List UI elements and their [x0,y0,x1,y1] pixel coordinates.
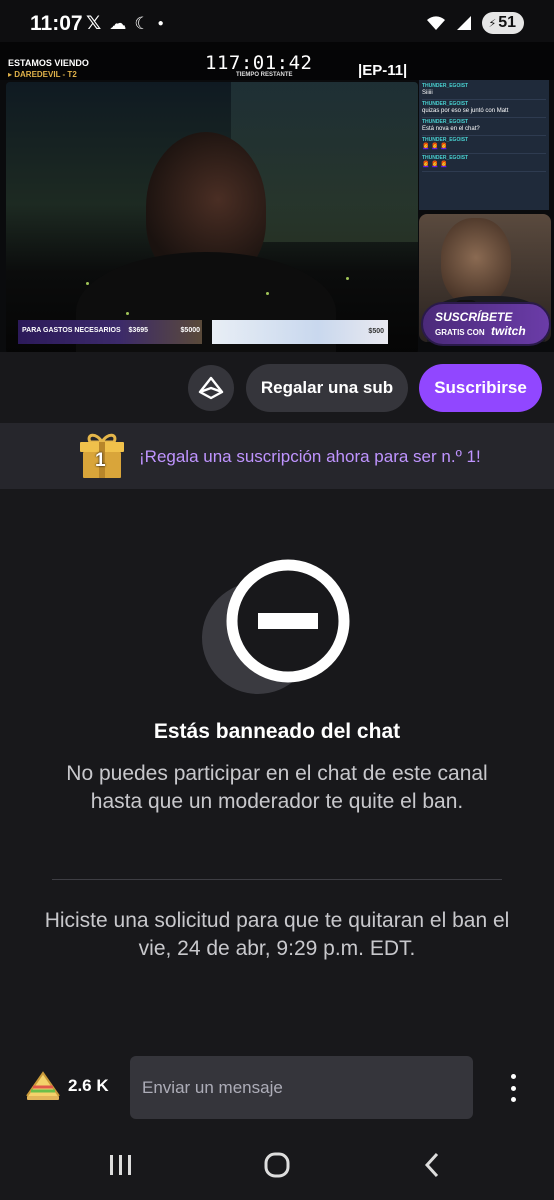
badge-line: GRATIS CON [435,328,485,337]
divider [52,879,502,880]
battery-level: 51 [498,14,516,31]
ban-title: Estás banneado del chat [153,720,401,743]
twitch-logo: twitch [491,324,526,338]
webcam-head [441,218,511,306]
timer-label: TIEMPO RESTANTE [236,72,293,78]
ban-icon [202,559,350,694]
overlay-chat-line: THUNDER_EGOIST Está nova en el chat? [422,118,546,136]
watching-show: ▸ DAREDEVIL - T2 [8,70,77,79]
notification-icons: 𝕏 ☁ ☾ ● [86,12,164,35]
watching-title: ESTAMOS VIENDO [8,58,89,68]
video-scene [6,82,418,352]
gift-promo-text: ¡Regala una suscripción ahora para ser n… [139,447,481,466]
viewer-count-button[interactable]: 2.6 K [24,1070,109,1102]
battery-icon: ⚡ 51 [482,12,524,34]
prime-button[interactable] [188,365,234,411]
overlay-chat-line: THUNDER_EGOIST 👩‍🦰 👩‍🦰 👩‍🦰 [422,136,546,154]
channel-actions: Regalar una sub Suscribirse [0,352,554,422]
moon-icon: ☾ [134,13,150,33]
viewer-count: 2.6 K [68,1076,109,1095]
dot-icon: ● [157,18,164,29]
overlay-chat-line: THUNDER_EGOIST quizas por eso se juntó co… [422,100,546,118]
scene-sparkles [6,82,418,352]
subscribe-button[interactable]: Suscribirse [419,364,542,412]
home-icon[interactable] [257,1148,297,1182]
sandwich-icon [26,1071,60,1100]
status-time: 11:07 [30,12,83,35]
system-icons: ⚡ 51 [426,12,524,34]
episode-label: |EP-11| [358,62,408,79]
back-icon[interactable] [412,1148,452,1182]
wifi-icon [427,16,446,30]
overlay-chat-line: THUNDER_EGOIST Siiiii [422,82,546,100]
goal-amount-target: $5000 [180,327,200,334]
x-logo-icon: 𝕏 [86,13,102,34]
cloud-icon: ☁ [109,13,127,33]
unban-request-text: Hiciste una solicitud para que te quitar… [44,909,510,960]
goal-banner-text: PARA GASTOS NECESARIOS [22,327,121,334]
gift-rank: 1 [95,450,106,471]
signal-icon [457,16,472,30]
recents-icon[interactable] [101,1148,141,1182]
subathon-timer: 117:01:42 [205,52,313,74]
more-vertical-icon[interactable] [500,1072,526,1104]
status-bar: 11:07 𝕏 ☁ ☾ ● ⚡ 51 [0,0,554,42]
prime-crown-icon [198,376,224,400]
subscribe-prime-badge: SUSCRÍBETE GRATIS CON twitch [421,302,551,346]
goal-banner-right: $500 [212,320,388,344]
goal-banner-right-amount: $500 [368,328,384,335]
watching-label: ESTAMOS VIENDO ▸ DAREDEVIL - T2 [8,58,89,80]
badge-title: SUSCRÍBETE [435,310,513,324]
android-navigation-bar [0,1128,554,1200]
gift-sub-button[interactable]: Regalar una sub [246,364,408,412]
stream-chat-overlay: THUNDER_EGOIST Siiiii THUNDER_EGOIST quiza… [419,80,549,210]
overlay-chat-line: THUNDER_EGOIST 👩‍🦰 👩‍🦰 👩‍🦰 [422,154,546,172]
ban-description: No puedes participar en el chat de este … [66,762,488,813]
goal-amount-current: $3695 [128,327,148,334]
goal-banner-left: PARA GASTOS NECESARIOS $3695 $5000 [18,320,202,344]
gift-promo-banner[interactable]: 1 ¡Regala una suscripción ahora para ser… [0,423,554,489]
video-player[interactable]: ESTAMOS VIENDO ▸ DAREDEVIL - T2 117:01:4… [0,42,554,352]
chat-message-input[interactable] [130,1056,473,1119]
